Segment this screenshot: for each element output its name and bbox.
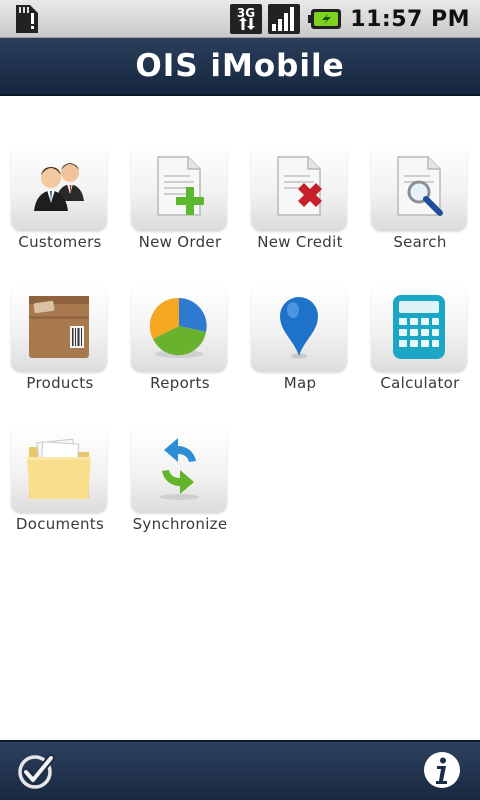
menu-item-map[interactable]: Map	[240, 281, 360, 401]
menu-item-label: New Credit	[257, 233, 343, 251]
menu-item-customers[interactable]: Customers	[0, 140, 120, 260]
menu-item-reports[interactable]: Reports	[120, 281, 240, 401]
bottom-toolbar	[0, 740, 480, 800]
menu-item-calculator[interactable]: Calculator	[360, 281, 480, 401]
menu-item-new-order[interactable]: New Order	[120, 140, 240, 260]
menu-item-label: Products	[26, 374, 94, 392]
menu-item-documents[interactable]: Documents	[0, 422, 120, 542]
checkmark-icon[interactable]	[14, 750, 56, 792]
sd-card-alert-icon	[16, 5, 38, 33]
page-title: OIS iMobile	[135, 48, 345, 84]
map-pin-icon	[280, 297, 318, 359]
menu-item-label: Search	[393, 233, 447, 251]
new-credit-icon	[277, 156, 322, 216]
menu-item-calculator-button[interactable]	[371, 286, 467, 372]
menu-item-label: Reports	[150, 374, 210, 392]
menu-item-new-credit[interactable]: New Credit	[240, 140, 360, 260]
3g-data-icon: 3G	[230, 4, 263, 34]
menu-item-label: Synchronize	[132, 515, 228, 533]
menu-item-reports-button[interactable]	[131, 286, 227, 372]
menu-item-synchronize-button[interactable]	[131, 427, 227, 513]
status-time: 11:57 PM	[350, 6, 470, 32]
synchronize-icon	[159, 438, 199, 500]
menu-item-map-button[interactable]	[251, 286, 347, 372]
menu-item-new-order-button[interactable]	[131, 145, 227, 231]
customers-icon	[34, 163, 84, 211]
menu-item-label: New Order	[138, 233, 222, 251]
menu-item-products[interactable]: Products	[0, 281, 120, 401]
reports-icon	[149, 297, 207, 358]
menu-item-label: Map	[283, 374, 317, 392]
menu-item-products-button[interactable]	[11, 286, 107, 372]
menu-item-search-button[interactable]	[371, 145, 467, 231]
info-icon[interactable]	[422, 750, 462, 790]
calculator-icon	[393, 295, 445, 359]
menu-item-search[interactable]: Search	[360, 140, 480, 260]
network-label: 3G	[237, 6, 255, 20]
new-order-icon	[157, 156, 204, 216]
documents-icon	[27, 438, 91, 499]
menu-item-label: Documents	[15, 515, 105, 533]
products-icon	[29, 296, 89, 358]
menu-item-synchronize[interactable]: Synchronize	[120, 422, 240, 542]
menu-item-customers-button[interactable]	[11, 145, 107, 231]
menu-item-label: Calculator	[380, 374, 460, 392]
menu-item-new-credit-button[interactable]	[251, 145, 347, 231]
status-bar: 3G 11:57 PM	[0, 0, 480, 38]
battery-charging-icon	[308, 9, 342, 29]
search-icon	[397, 156, 443, 216]
signal-strength-icon	[268, 4, 301, 34]
menu-item-label: Customers	[18, 233, 102, 251]
title-bar: OIS iMobile	[0, 38, 480, 96]
menu-item-documents-button[interactable]	[11, 427, 107, 513]
